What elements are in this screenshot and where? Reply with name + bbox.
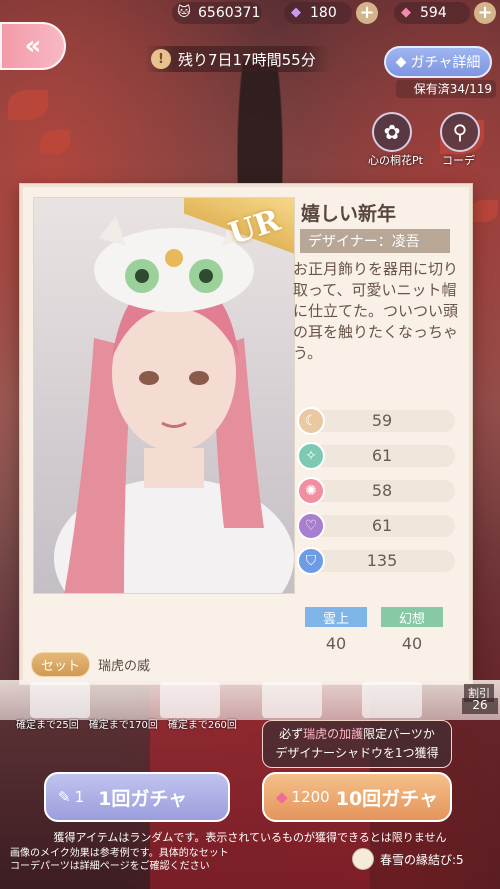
add-pink-gem-button[interactable]: + bbox=[474, 2, 496, 24]
ten-pull-button[interactable]: ◆ 1200 10回ガチャ bbox=[262, 772, 452, 822]
stat-value: 58 bbox=[309, 480, 455, 502]
stat-row: 135 ⛉ bbox=[297, 545, 467, 577]
gacha-detail-label: ガチャ詳細 bbox=[410, 55, 481, 71]
remaining-time: ! 残り7日17時間55分 bbox=[145, 46, 330, 72]
cat-coin-icon: 🐱 bbox=[177, 5, 191, 20]
single-pull-label: 1回ガチャ bbox=[98, 787, 188, 810]
bonus-line-2: デザイナーシャドウを1つ獲得 bbox=[275, 746, 439, 760]
preview-item[interactable] bbox=[30, 682, 90, 718]
stat-row: 59 ☾ bbox=[297, 405, 467, 437]
stat-value: 61 bbox=[309, 445, 455, 467]
double-chevron-left-icon: « bbox=[24, 31, 42, 61]
add-purple-gem-button[interactable]: + bbox=[356, 2, 378, 24]
hairpin-ticket-icon: ✎ bbox=[58, 788, 71, 806]
back-button[interactable]: « bbox=[0, 22, 66, 70]
magnifier-icon: ⚲ bbox=[452, 120, 468, 144]
flower-points-button[interactable]: ✿ bbox=[372, 112, 412, 152]
diamond-icon: ◆ bbox=[395, 54, 407, 70]
ten-pull-cost: ◆ 1200 bbox=[276, 788, 330, 806]
guarantee-counter: 確定まで170回 bbox=[88, 720, 158, 731]
event-link-label: 春雪の縁結び:5 bbox=[380, 852, 464, 867]
makeup-footnote: 画像のメイク効果は参考例です。具体的なセット コーデパーツは詳細ページをご確認く… bbox=[10, 848, 229, 872]
remaining-time-text: 残り7日17時間55分 bbox=[178, 50, 316, 69]
discount-value: 26 bbox=[462, 698, 498, 714]
sexy-icon: ♡ bbox=[297, 512, 325, 540]
pink-gem-value: 594 bbox=[420, 5, 447, 21]
set-info: セット 瑞虎の威 bbox=[31, 651, 150, 677]
coin-value: 6560371 bbox=[198, 5, 261, 21]
coin-counter: 🐱 6560371 bbox=[172, 2, 262, 24]
maple-leaf-decoration bbox=[470, 200, 498, 222]
guarantee-counters: 確定まで25回 確定まで170回 確定まで260回 bbox=[16, 716, 237, 731]
ten-pull-label: 10回ガチャ bbox=[335, 787, 438, 810]
item-detail-card: UR 嬉しい新年 デザイナー：凌吾 お正月飾りを器用に切り取って、可愛いニット帽… bbox=[20, 184, 472, 684]
purple-diamond-icon: ◆ bbox=[291, 5, 301, 20]
coordinate-button[interactable]: ⚲ bbox=[440, 112, 480, 152]
preview-item[interactable] bbox=[160, 682, 220, 718]
item-description: お正月飾りを器用に切り取って、可愛いニット帽に仕立てた。ついつい頭の耳を触りたく… bbox=[293, 260, 459, 362]
owned-count: 保有済34/119 bbox=[396, 80, 496, 98]
style-tag-cloud: 雲上 bbox=[305, 607, 367, 627]
gacha-detail-button[interactable]: ◆ ガチャ詳細 bbox=[384, 46, 492, 78]
preview-item[interactable] bbox=[362, 682, 422, 718]
guarantee-counter: 確定まで260回 bbox=[167, 720, 237, 731]
random-disclaimer: 獲得アイテムはランダムです。表示されているものが獲得できるとは限りません bbox=[53, 831, 447, 844]
elegant-icon: ☾ bbox=[297, 407, 325, 435]
purple-gem-value: 180 bbox=[310, 5, 337, 21]
set-badge: セット bbox=[31, 651, 91, 677]
item-preview-strip bbox=[0, 680, 500, 720]
exclamation-icon: ! bbox=[151, 49, 171, 69]
event-link[interactable]: 春雪の縁結び:5 bbox=[352, 848, 464, 870]
guarantee-counter: 確定まで25回 bbox=[16, 720, 79, 731]
style-value-fantasy: 40 bbox=[401, 634, 423, 653]
stat-value: 61 bbox=[309, 515, 455, 537]
maple-leaf-decoration bbox=[40, 130, 70, 154]
set-name: 瑞虎の威 bbox=[98, 658, 151, 674]
flower-icon: ✿ bbox=[383, 120, 401, 144]
ring-icon bbox=[352, 848, 374, 870]
single-pull-button[interactable]: ✎ 1 1回ガチャ bbox=[44, 772, 230, 822]
stat-value: 135 bbox=[309, 550, 455, 572]
preview-item[interactable] bbox=[262, 682, 322, 718]
style-tag-fantasy: 幻想 bbox=[381, 607, 443, 627]
stat-row: 58 ✺ bbox=[297, 475, 467, 507]
sweet-icon: ✺ bbox=[297, 477, 325, 505]
bonus-info-bubble: 必ず瑞虎の加護限定パーツか デザイナーシャドウを1つ獲得 bbox=[262, 720, 452, 768]
single-pull-cost: ✎ 1 bbox=[58, 788, 85, 806]
flower-points-label: 心の桐花Pt bbox=[368, 154, 423, 167]
purple-gem-counter: ◆ 180 + bbox=[284, 2, 378, 24]
item-title: 嬉しい新年 bbox=[301, 203, 397, 225]
stat-value: 59 bbox=[309, 410, 455, 432]
item-portrait: UR bbox=[33, 197, 295, 594]
maple-leaf-decoration bbox=[8, 90, 48, 120]
designer-label: デザイナー：凌吾 bbox=[300, 229, 450, 253]
stats-list: 59 ☾ 61 ✧ 58 ✺ 61 ♡ 135 ⛉ bbox=[297, 405, 467, 580]
stat-row: 61 ✧ bbox=[297, 440, 467, 472]
pink-diamond-icon: ◆ bbox=[276, 788, 288, 806]
pink-diamond-icon: ◆ bbox=[401, 5, 411, 20]
pink-gem-counter: ◆ 594 + bbox=[394, 2, 496, 24]
bonus-line-1: 必ず瑞虎の加護限定パーツか bbox=[279, 727, 435, 741]
warm-icon: ⛉ bbox=[297, 547, 325, 575]
coordinate-label: コーデ bbox=[442, 154, 475, 167]
style-value-cloud: 40 bbox=[325, 634, 347, 653]
fresh-icon: ✧ bbox=[297, 442, 325, 470]
stat-row: 61 ♡ bbox=[297, 510, 467, 542]
